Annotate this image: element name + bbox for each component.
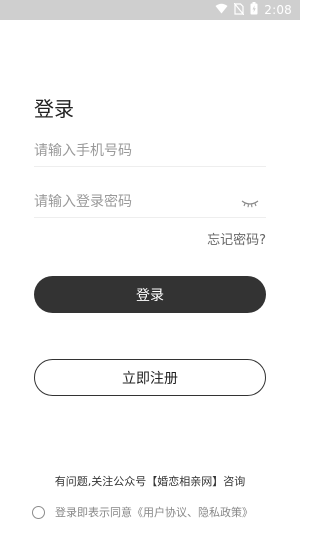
status-time: 2:08: [264, 3, 292, 17]
agreement-link[interactable]: 《用户协议、隐私政策》: [132, 504, 253, 520]
forgot-password-link[interactable]: 忘记密码?: [207, 229, 266, 248]
password-field-row: [34, 187, 266, 218]
phone-input[interactable]: [34, 143, 266, 159]
status-icons: [215, 2, 258, 18]
eye-closed-icon[interactable]: [240, 195, 260, 208]
page-title: 登录: [34, 97, 74, 121]
login-button[interactable]: 登录: [34, 276, 266, 313]
status-bar: 2:08: [0, 0, 300, 20]
password-input[interactable]: [34, 194, 266, 210]
phone-field-row: [34, 136, 266, 167]
agree-checkbox[interactable]: [32, 505, 45, 519]
register-button[interactable]: 立即注册: [34, 359, 266, 396]
battery-charging-icon: [250, 2, 258, 18]
wifi-icon: [215, 3, 228, 17]
agree-prefix: 登录即表示同意: [55, 506, 132, 519]
no-sim-icon: [233, 2, 245, 18]
agreement-row: 登录即表示同意 《用户协议、隐私政策》: [32, 504, 253, 520]
help-notice: 有问题,关注公众号【婚恋相亲网】咨询: [54, 475, 246, 488]
